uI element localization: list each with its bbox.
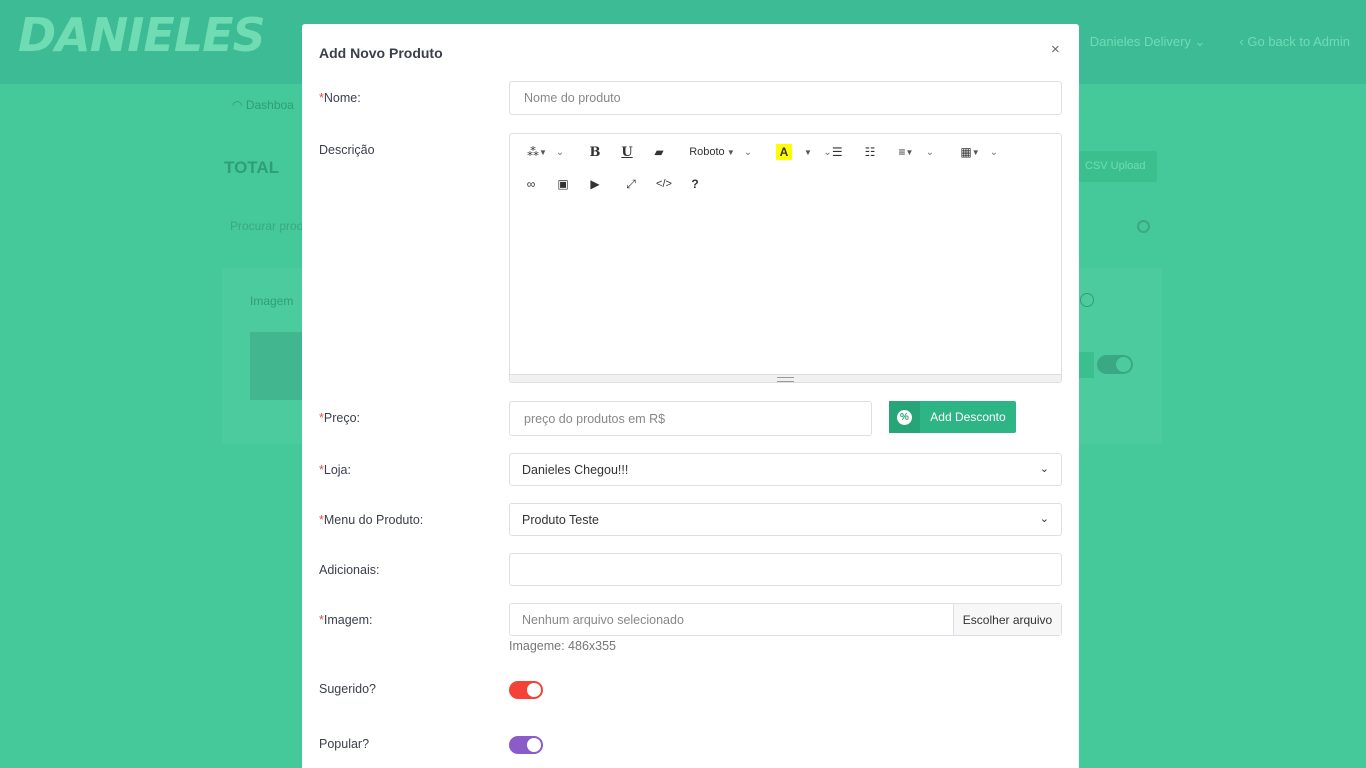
code-icon[interactable]: </> bbox=[655, 176, 673, 192]
search-icon[interactable] bbox=[1137, 220, 1150, 233]
column-toggle-icon[interactable] bbox=[1080, 293, 1094, 307]
total-label: TOTAL bbox=[224, 158, 280, 177]
logo: DANIELES bbox=[18, 8, 266, 62]
column-image-header: Imagem bbox=[250, 294, 294, 308]
breadcrumb: ◠ Dashboa bbox=[232, 98, 294, 112]
magic-icon[interactable]: ⁂ ▼ bbox=[522, 144, 552, 160]
chevron-down-icon[interactable]: ⌄ bbox=[924, 144, 936, 160]
link-icon[interactable]: ∞ bbox=[523, 176, 539, 192]
highlight-icon[interactable]: A bbox=[776, 144, 792, 160]
description-editor[interactable]: ⁂ ▼ ⌄ B U ▰ Roboto ▼ ⌄ A ▼ ⌄ ☰ ☷ ≡ ▼ ⌄ ▦ ▼ ⌄… bbox=[509, 133, 1062, 383]
go-back-link[interactable]: ‹ Go back to Admin bbox=[1239, 34, 1350, 50]
topbar-links: Danieles Delivery ⌄ ‹ Go back to Admin bbox=[1090, 34, 1350, 50]
loja-label: *Loja: bbox=[319, 463, 351, 477]
imagem-file-input[interactable]: Nenhum arquivo selecionado Escolher arqu… bbox=[509, 603, 1062, 636]
sugerido-toggle[interactable] bbox=[509, 681, 543, 699]
loja-select[interactable]: Danieles Chegou!!! ⌄ bbox=[509, 453, 1062, 486]
close-icon[interactable]: × bbox=[1051, 41, 1060, 58]
preco-label: *Preço: bbox=[319, 411, 361, 425]
fullscreen-icon[interactable]: ⤢ bbox=[623, 176, 639, 192]
modal-title: Add Novo Produto bbox=[319, 45, 443, 61]
add-discount-button[interactable]: % Add Desconto bbox=[889, 401, 1016, 433]
preco-input[interactable]: preço do produtos em R$ bbox=[509, 401, 872, 436]
bold-icon[interactable]: B bbox=[587, 144, 603, 160]
nome-input[interactable]: Nome do produto bbox=[509, 81, 1062, 115]
eraser-icon[interactable]: ▰ bbox=[651, 144, 667, 160]
row-toggle[interactable] bbox=[1097, 355, 1133, 374]
descricao-label: Descrição bbox=[319, 143, 375, 157]
nome-label: *Nome: bbox=[319, 91, 361, 105]
csv-upload-button[interactable]: CSV Upload bbox=[1076, 151, 1157, 182]
percent-icon: % bbox=[889, 401, 920, 433]
chevron-down-icon: ⌄ bbox=[1039, 463, 1049, 475]
popular-label: Popular? bbox=[319, 737, 370, 751]
font-select[interactable]: Roboto ▼ bbox=[688, 144, 736, 160]
underline-icon[interactable]: U bbox=[619, 144, 635, 160]
table-icon[interactable]: ▦ ▼ bbox=[958, 144, 982, 160]
popular-toggle[interactable] bbox=[509, 736, 543, 754]
background-search[interactable]: Procurar prod bbox=[230, 219, 303, 233]
choose-file-button[interactable]: Escolher arquivo bbox=[953, 604, 1061, 635]
store-menu[interactable]: Danieles Delivery ⌄ bbox=[1090, 34, 1206, 50]
menu-select[interactable]: Produto Teste ⌄ bbox=[509, 503, 1062, 536]
chevron-down-icon[interactable]: ⌄ bbox=[554, 144, 566, 160]
ordered-list-icon[interactable]: ☷ bbox=[862, 144, 878, 160]
imagem-label: *Imagem: bbox=[319, 613, 373, 627]
unordered-list-icon[interactable]: ⌄ ☰ bbox=[820, 144, 846, 160]
adicionais-input[interactable] bbox=[509, 553, 1062, 586]
chevron-down-icon[interactable]: ⌄ bbox=[742, 144, 754, 160]
video-icon[interactable]: ▶ bbox=[587, 176, 603, 192]
product-thumbnail bbox=[250, 332, 306, 400]
align-icon[interactable]: ≡ ▼ bbox=[894, 144, 918, 160]
help-icon[interactable]: ? bbox=[687, 176, 703, 192]
adicionais-label: Adicionais: bbox=[319, 563, 380, 577]
editor-resize-handle[interactable] bbox=[510, 374, 1061, 382]
sugerido-label: Sugerido? bbox=[319, 682, 376, 696]
add-product-modal: Add Novo Produto × *Nome: Nome do produt… bbox=[302, 24, 1079, 768]
image-icon[interactable]: ▣ bbox=[555, 176, 571, 192]
chevron-down-icon: ⌄ bbox=[1039, 513, 1049, 525]
highlight-caret-icon[interactable]: ▼ bbox=[802, 144, 814, 160]
menu-label: *Menu do Produto: bbox=[319, 513, 424, 527]
chevron-down-icon[interactable]: ⌄ bbox=[988, 144, 1000, 160]
image-size-hint: Imageme: 486x355 bbox=[509, 639, 617, 653]
